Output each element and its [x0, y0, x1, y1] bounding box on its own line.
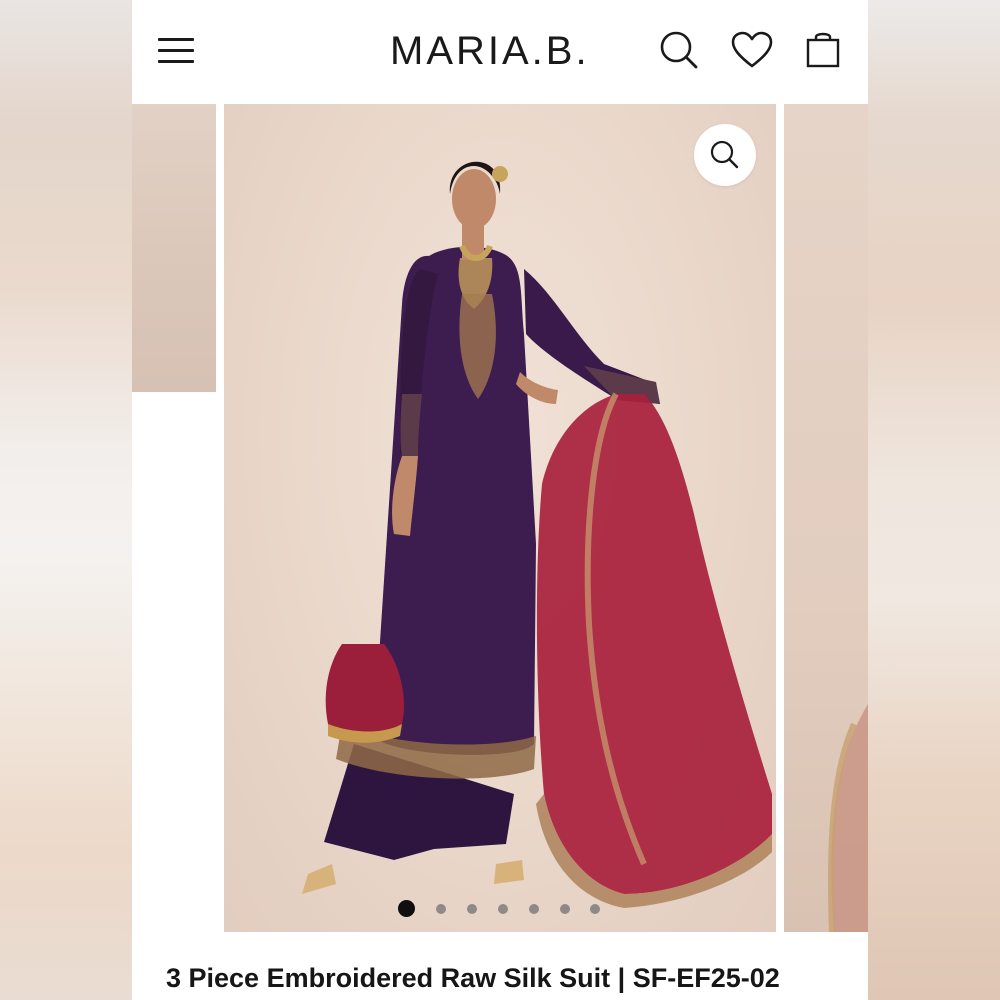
- slide-dot-6[interactable]: [560, 904, 570, 914]
- next-slide-peek[interactable]: [784, 104, 868, 932]
- previous-slide-peek[interactable]: [132, 104, 216, 392]
- zoom-icon: [710, 140, 739, 169]
- site-header: MARIA.B.: [132, 0, 868, 104]
- zoom-button[interactable]: [694, 124, 756, 186]
- slide-dot-3[interactable]: [467, 904, 477, 914]
- slide-dot-1[interactable]: [398, 900, 415, 917]
- slide-dot-5[interactable]: [529, 904, 539, 914]
- heart-icon[interactable]: [729, 28, 775, 74]
- slide-dot-4[interactable]: [498, 904, 508, 914]
- left-blurred-background: [0, 0, 132, 1000]
- slide-pagination: [224, 898, 776, 918]
- product-model-photo[interactable]: [224, 104, 776, 932]
- app-screen: MARIA.B. 3 Piece Embroidered Raw Silk Su…: [132, 0, 868, 1000]
- hamburger-menu-icon[interactable]: [156, 34, 196, 68]
- shopping-bag-icon[interactable]: [800, 28, 846, 74]
- brand-logo[interactable]: MARIA.B.: [390, 28, 610, 74]
- product-gallery[interactable]: [132, 104, 868, 932]
- right-blurred-background: [868, 0, 1000, 1000]
- product-title: 3 Piece Embroidered Raw Silk Suit | SF-E…: [166, 963, 780, 993]
- slide-dot-2[interactable]: [436, 904, 446, 914]
- search-icon[interactable]: [656, 28, 702, 74]
- slide-dot-7[interactable]: [590, 904, 600, 914]
